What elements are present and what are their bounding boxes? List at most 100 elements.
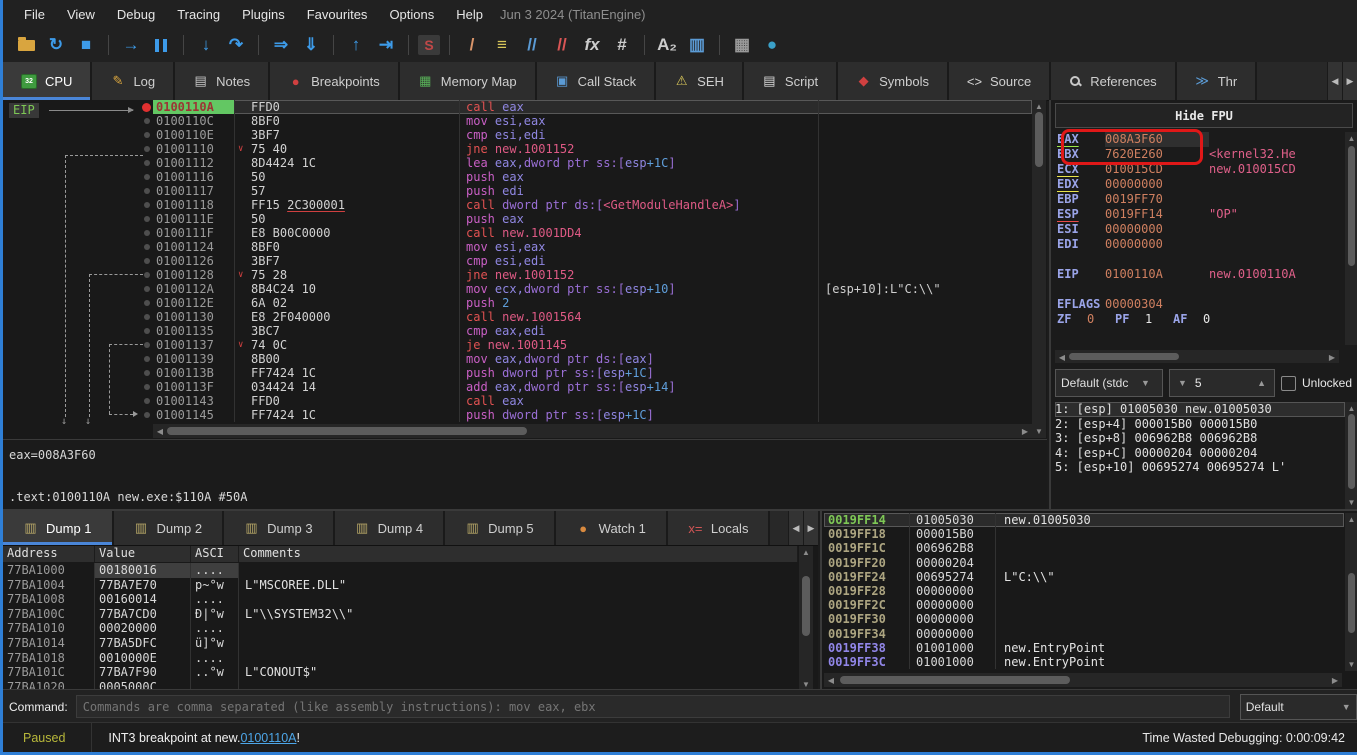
stack-row[interactable]: 0019FF1C006962B8 (824, 541, 1344, 555)
disasm-row[interactable]: 01001118FF15 2C300001call dword ptr ds:[… (153, 198, 1032, 212)
disasm-row[interactable]: 010011263BF7cmp esi,edi (153, 254, 1032, 268)
tab-notes[interactable]: ▤Notes (175, 62, 270, 100)
disasm-row[interactable]: 0100112A8B4C24 10mov ecx,dword ptr ss:[e… (153, 282, 1032, 296)
register-row-edi[interactable]: EDI00000000 (1057, 237, 1341, 252)
disasm-row[interactable]: 010011353BC7cmp eax,edi (153, 324, 1032, 338)
dump-row[interactable]: 77BA100000180016.... (3, 563, 798, 578)
disasm-vertical-scrollbar[interactable]: ▲ ▼ (1032, 100, 1046, 438)
stack-row[interactable]: 0019FF2800000000 (824, 584, 1344, 598)
instruction-dot[interactable] (144, 314, 150, 320)
disasm-row[interactable]: 0100111FE8 B00C0000call new.1001DD4 (153, 226, 1032, 240)
instruction-dot[interactable] (144, 174, 150, 180)
column-header[interactable]: Value (95, 546, 191, 562)
stack-arg-row[interactable]: 5: [esp+10] 00695274 00695274 L' (1055, 460, 1345, 475)
dump-row[interactable]: 77BA100800160014.... (3, 592, 798, 607)
calling-convention-select[interactable]: Default (stdc ▼ (1055, 369, 1163, 397)
instruction-dot[interactable] (144, 286, 150, 292)
disasm-row[interactable]: 010011248BF0mov esi,eax (153, 240, 1032, 254)
disasm-row[interactable]: 0100110AFFD0call eax (153, 100, 1032, 114)
instruction-dot[interactable] (144, 342, 150, 348)
dump-scroll-right-icon[interactable]: ▶ (803, 511, 818, 545)
tab-log[interactable]: ✎Log (92, 62, 175, 100)
stack-row[interactable]: 0019FF2000000204 (824, 556, 1344, 570)
disasm-row[interactable]: 01001137∨74 0Cje new.1001145 (153, 338, 1032, 352)
disasm-row[interactable]: 0100111E50push eax (153, 212, 1032, 226)
disasm-row[interactable]: 0100111757push edi (153, 184, 1032, 198)
disasm-row[interactable]: 0100113BFF7424 1Cpush dword ptr ss:[esp+… (153, 366, 1032, 380)
stack-horizontal-scrollbar[interactable]: ◀ ▶ (824, 673, 1342, 687)
dump-scroll-left-icon[interactable]: ◀ (788, 511, 803, 545)
patches-icon[interactable]: / (459, 33, 485, 57)
restart-icon[interactable]: ↻ (43, 33, 69, 57)
open-file-icon[interactable] (13, 33, 39, 57)
instruction-dot[interactable] (144, 398, 150, 404)
stack-row[interactable]: 0019FF2C00000000 (824, 598, 1344, 612)
instruction-dot[interactable] (144, 272, 150, 278)
step-out-icon[interactable]: ↑ (343, 33, 369, 57)
tab-breakpoints[interactable]: ●Breakpoints (270, 62, 400, 100)
stack-arg-row[interactable]: 4: [esp+C] 00000204 00000204 (1055, 446, 1345, 461)
disasm-row[interactable]: 0100112E6A 02push 2 (153, 296, 1032, 310)
menu-options[interactable]: Options (378, 3, 445, 26)
instruction-dot[interactable] (144, 230, 150, 236)
tab-cpu[interactable]: 32CPU (3, 62, 92, 100)
tab-call-stack[interactable]: ▣Call Stack (537, 62, 657, 100)
comments-icon[interactable]: ≡ (489, 33, 515, 57)
breakpoint-address-link[interactable]: 0100110A (240, 731, 296, 745)
disasm-row[interactable]: 01001130E8 2F040000call new.1001564 (153, 310, 1032, 324)
disasm-row[interactable]: 01001110∨75 40jne new.1001152 (153, 142, 1032, 156)
tab-thr[interactable]: ≫Thr (1177, 62, 1258, 100)
step-into-icon[interactable]: ↓ (193, 33, 219, 57)
instruction-dot[interactable] (144, 132, 150, 138)
disasm-row[interactable]: 010011398B00mov eax,dword ptr ds:[eax] (153, 352, 1032, 366)
tab-dump-1[interactable]: ▥Dump 1 (3, 511, 114, 545)
instruction-dot[interactable] (144, 370, 150, 376)
hash-icon[interactable]: # (609, 33, 635, 57)
disasm-row[interactable]: 0100110C8BF0mov esi,eax (153, 114, 1032, 128)
instruction-dot[interactable] (144, 356, 150, 362)
column-header[interactable]: Address (3, 546, 95, 562)
spin-up-icon[interactable]: ▲ (1249, 378, 1274, 388)
register-row-esp[interactable]: ESP0019FF14"OP" (1057, 207, 1341, 222)
disasm-row[interactable]: 010011128D4424 1Clea eax,dword ptr ss:[e… (153, 156, 1032, 170)
stack-row[interactable]: 0019FF18000015B0 (824, 527, 1344, 541)
disasm-row[interactable]: 0100113F034424 14add eax,dword ptr ss:[e… (153, 380, 1032, 394)
dump-row[interactable]: 77BA100C77BA7CD0Đ|°wL"\\SYSTEM32\\" (3, 607, 798, 622)
globe-icon[interactable]: ● (759, 33, 785, 57)
instruction-dot[interactable] (144, 384, 150, 390)
dump-row[interactable]: 77BA101000020000.... (3, 621, 798, 636)
column-header[interactable]: ASCI (191, 546, 239, 562)
flags-row[interactable]: ZF0PF1AF0 (1057, 312, 1341, 327)
run-to-user-code-icon[interactable]: ⇥ (373, 33, 399, 57)
stack-row[interactable]: 0019FF3400000000 (824, 627, 1344, 641)
stack-row[interactable]: 0019FF3000000000 (824, 612, 1344, 626)
instruction-dot[interactable] (144, 328, 150, 334)
argument-count-spinner[interactable]: ▼ 5 ▲ (1169, 369, 1275, 397)
stack-arg-row[interactable]: 2: [esp+4] 000015B0 000015B0 (1055, 417, 1345, 432)
stack-row[interactable]: 0019FF1401005030new.01005030 (824, 513, 1344, 527)
stack-arg-row[interactable]: 3: [esp+8] 006962B8 006962B8 (1055, 431, 1345, 446)
font-icon[interactable]: A₂ (654, 33, 680, 57)
stop-icon[interactable]: ■ (73, 33, 99, 57)
animate-into-icon[interactable]: ⇒ (268, 33, 294, 57)
unlocked-checkbox[interactable] (1281, 376, 1296, 391)
dump-row[interactable]: 77BA100477BA7E70p~°wL"MSCOREE.DLL" (3, 578, 798, 593)
stack-row[interactable]: 0019FF3C01001000new.EntryPoint (824, 655, 1344, 669)
spin-down-icon[interactable]: ▼ (1170, 378, 1195, 388)
column-header[interactable]: Comments (239, 546, 798, 562)
menu-plugins[interactable]: Plugins (231, 3, 296, 26)
registers-vertical-scrollbar[interactable]: ▲ (1345, 132, 1357, 345)
dump-row[interactable]: 77BA101C77BA7F90..°wL"CONOUT$" (3, 665, 798, 680)
stack-vertical-scrollbar[interactable]: ▲ ▼ (1345, 513, 1357, 671)
tab-dump-4[interactable]: ▥Dump 4 (335, 511, 446, 545)
register-row-esi[interactable]: ESI00000000 (1057, 222, 1341, 237)
stack-arg-row[interactable]: 1: [esp] 01005030 new.01005030 (1055, 402, 1345, 417)
dump-row[interactable]: 77BA10180010000E.... (3, 651, 798, 666)
tab-seh[interactable]: ⚠SEH (656, 62, 744, 100)
disasm-row[interactable]: 01001145FF7424 1Cpush dword ptr ss:[esp+… (153, 408, 1032, 422)
menu-tracing[interactable]: Tracing (166, 3, 231, 26)
register-row-eip[interactable]: EIP0100110Anew.0100110A (1057, 267, 1341, 282)
registers-horizontal-scrollbar[interactable]: ◀ ▶ (1055, 350, 1339, 363)
tab-dump-3[interactable]: ▥Dump 3 (224, 511, 335, 545)
bookmarks-icon[interactable]: // (549, 33, 575, 57)
